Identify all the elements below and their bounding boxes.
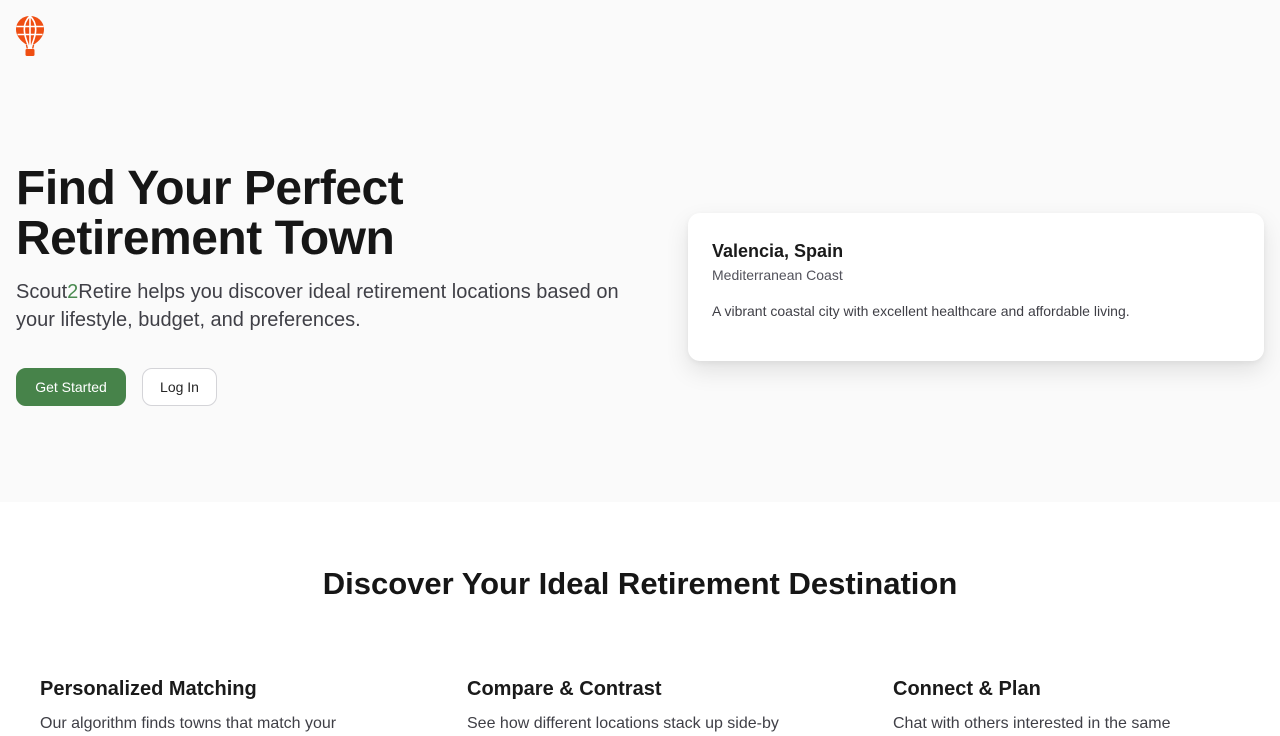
hot-air-balloon-icon[interactable] <box>15 15 45 57</box>
feature-title: Personalized Matching <box>40 678 257 700</box>
get-started-button[interactable]: Get Started <box>16 368 126 406</box>
feature-title: Connect & Plan <box>893 678 1041 700</box>
hero-title-line1: Find Your Perfect <box>16 162 404 215</box>
feature-connect-plan: Connect & Plan Chat with others interest… <box>893 676 1273 736</box>
feature-personalized-matching: Personalized Matching Our algorithm find… <box>40 676 420 736</box>
featured-town-card[interactable]: Valencia, Spain Mediterranean Coast A vi… <box>688 213 1264 361</box>
hero-section: Find Your Perfect Retirement Town Scout2… <box>0 0 1280 502</box>
hero-title: Find Your Perfect Retirement Town <box>16 164 656 264</box>
brand-name-suffix: Retire <box>78 281 132 303</box>
feature-compare-contrast: Compare & Contrast See how different loc… <box>467 676 847 736</box>
brand-name-number: 2 <box>67 281 79 303</box>
brand-name-prefix: Scout <box>16 281 68 303</box>
town-description: A vibrant coastal city with excellent he… <box>712 303 1130 319</box>
hero-text: Find Your Perfect Retirement Town Scout2… <box>16 164 656 334</box>
hero-title-line2: Retirement Town <box>16 212 395 265</box>
town-name: Valencia, Spain <box>712 241 844 261</box>
feature-description: See how different locations stack up sid… <box>467 715 779 732</box>
feature-description: Our algorithm finds towns that match you… <box>40 715 337 732</box>
hero-buttons: Get Started Log In <box>16 368 217 406</box>
feature-description: Chat with others interested in the same <box>893 715 1171 732</box>
town-region: Mediterranean Coast <box>712 267 843 283</box>
login-button[interactable]: Log In <box>142 368 217 406</box>
features-section-title: Discover Your Ideal Retirement Destinati… <box>322 566 958 601</box>
hero-subtitle: Scout2Retire helps you discover ideal re… <box>16 278 646 334</box>
feature-title: Compare & Contrast <box>467 678 662 700</box>
